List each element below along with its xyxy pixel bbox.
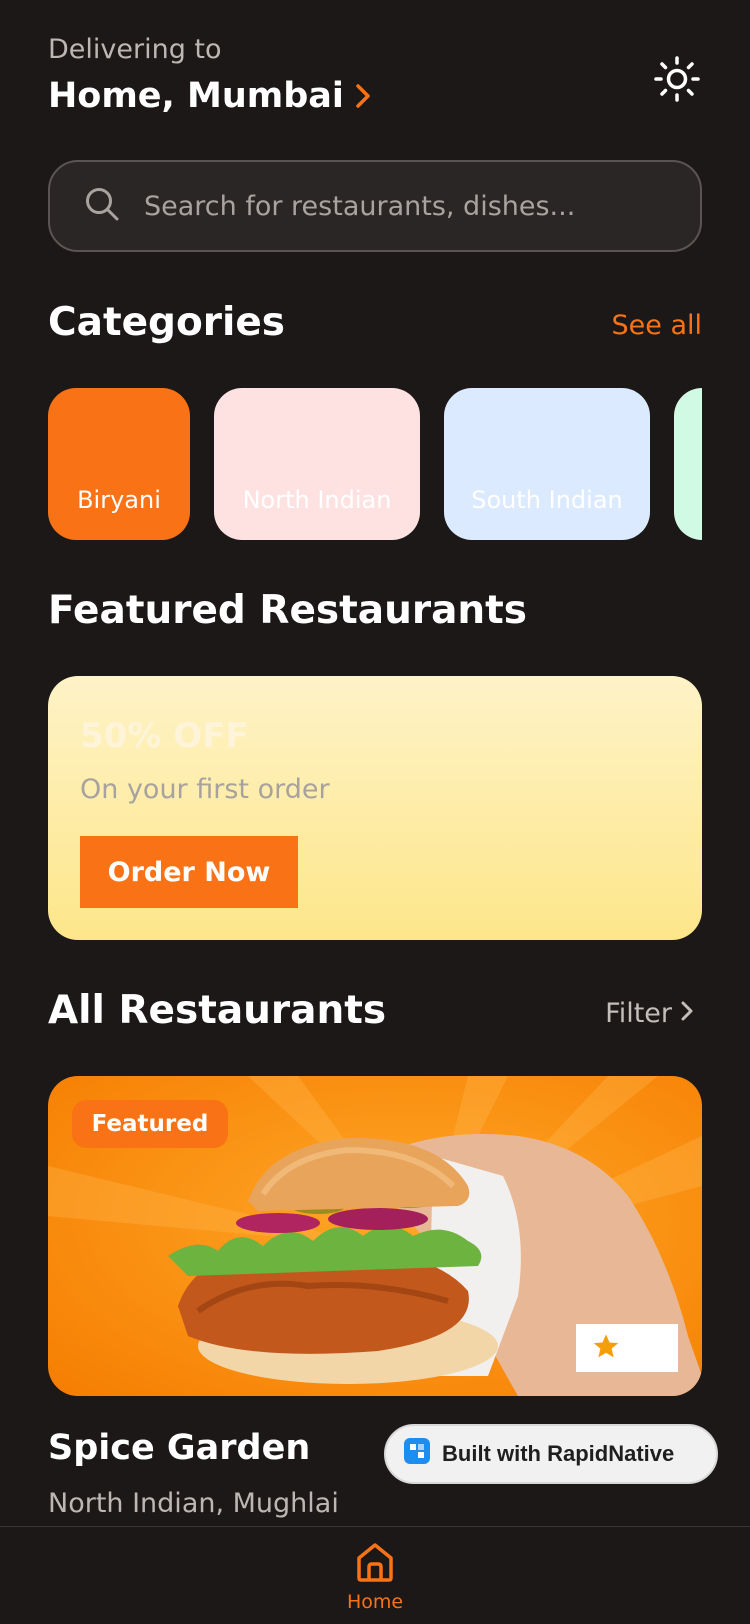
category-biryani[interactable]: Biryani — [48, 388, 190, 540]
featured-badge: Featured — [72, 1100, 228, 1148]
category-label: Biryani — [77, 486, 161, 514]
search-bar[interactable] — [48, 160, 702, 252]
nav-tab-home[interactable]: Home — [338, 1538, 412, 1613]
home-icon — [353, 1540, 397, 1589]
rapidnative-logo-icon — [404, 1438, 430, 1470]
promo-banner[interactable]: 50% OFF On your first order Order Now — [48, 676, 702, 940]
category-label: South Indian — [471, 486, 623, 514]
delivering-to-label: Delivering to — [48, 34, 222, 65]
sun-icon — [654, 56, 700, 106]
see-all-link[interactable]: See all — [612, 310, 703, 341]
promo-subtitle: On your first order — [80, 774, 330, 805]
restaurant-name[interactable]: Spice Garden — [48, 1428, 310, 1468]
category-north-indian[interactable]: North Indian — [214, 388, 420, 540]
theme-toggle-button[interactable] — [652, 56, 702, 106]
featured-restaurants-title: Featured Restaurants — [48, 588, 528, 633]
categories-title: Categories — [48, 300, 286, 345]
promo-title: 50% OFF — [80, 716, 249, 756]
filter-label: Filter — [605, 998, 672, 1029]
location-selector[interactable]: Home, Mumbai — [48, 76, 372, 116]
category-partial[interactable] — [674, 388, 702, 540]
search-icon — [84, 186, 120, 226]
restaurant-cuisine: North Indian, Mughlai — [48, 1488, 339, 1519]
chevron-right-icon — [354, 82, 372, 110]
all-restaurants-title: All Restaurants — [48, 988, 387, 1033]
chevron-right-icon — [680, 998, 694, 1029]
filter-button[interactable]: Filter — [605, 998, 694, 1029]
built-with-label: Built with RapidNative — [442, 1441, 675, 1466]
category-south-indian[interactable]: South Indian — [444, 388, 650, 540]
category-label: North Indian — [242, 486, 392, 514]
categories-strip[interactable]: Biryani North Indian South Indian — [48, 388, 702, 540]
location-text: Home, Mumbai — [48, 76, 344, 116]
built-with-rapidnative-badge[interactable]: Built with RapidNative — [384, 1424, 718, 1484]
order-now-button[interactable]: Order Now — [80, 836, 298, 908]
nav-home-label: Home — [346, 1591, 404, 1613]
star-icon — [592, 1332, 620, 1364]
rating-badge — [576, 1324, 678, 1372]
search-input[interactable] — [144, 190, 700, 222]
